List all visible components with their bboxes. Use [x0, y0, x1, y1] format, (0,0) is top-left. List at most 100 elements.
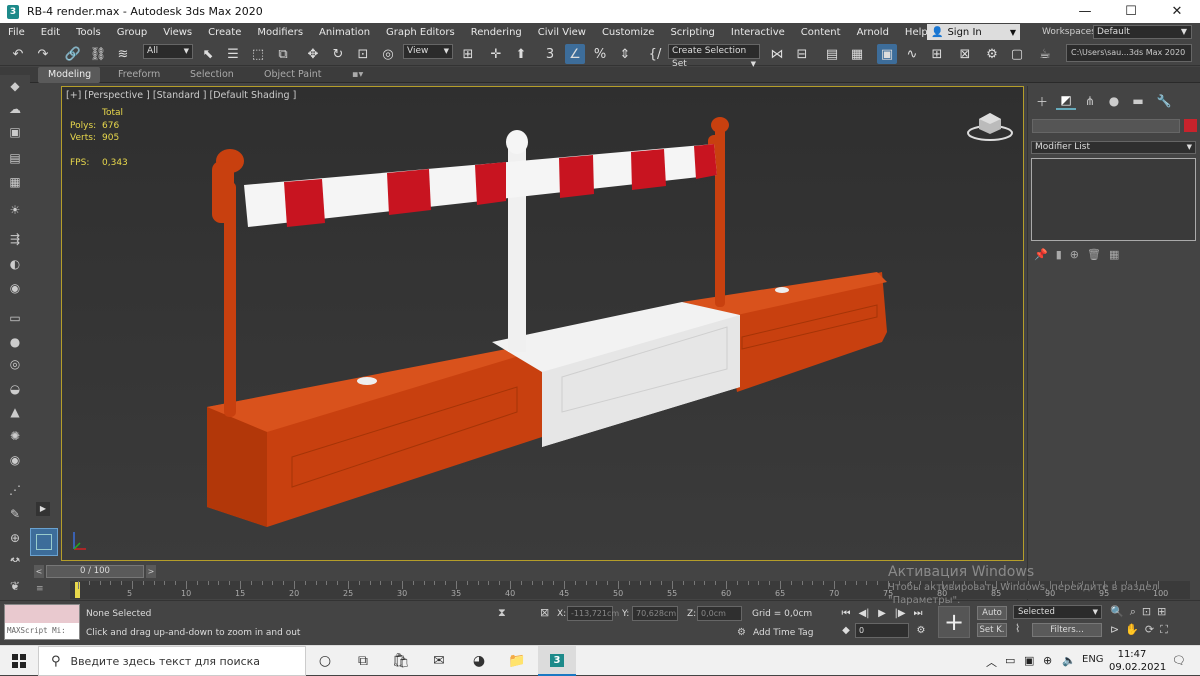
menu-edit[interactable]: Edit — [33, 27, 68, 38]
move-icon[interactable]: ✥ — [303, 44, 323, 64]
select-by-name-icon[interactable]: ☰ — [223, 44, 243, 64]
redo-icon[interactable]: ↷ — [33, 44, 53, 64]
zoom-icon[interactable]: 🔍 — [1110, 605, 1124, 619]
render-setup-icon[interactable]: ⚙ — [982, 44, 1002, 64]
snaps-toggle-icon[interactable]: 3 — [540, 44, 560, 64]
time-next-icon[interactable]: > — [146, 565, 156, 578]
auto-key-button[interactable]: Auto — [977, 606, 1007, 620]
select-object-icon[interactable]: ⬉ — [198, 44, 218, 64]
edit-named-selection-icon[interactable]: {/ — [645, 44, 665, 64]
placement-icon[interactable]: ◎ — [378, 44, 398, 64]
menu-graph-editors[interactable]: Graph Editors — [378, 27, 463, 38]
chrome-icon[interactable]: ◕ — [460, 646, 498, 676]
task-view-icon[interactable]: ⧉ — [344, 646, 382, 676]
workspaces-select[interactable]: Default ▼ — [1093, 25, 1192, 39]
menu-modifiers[interactable]: Modifiers — [249, 27, 311, 38]
maximize-viewport-icon[interactable]: ⛶ — [1160, 623, 1168, 637]
rotate-icon[interactable]: ↻ — [328, 44, 348, 64]
modifier-icon[interactable]: ⇶ — [6, 230, 24, 248]
minimize-button[interactable]: — — [1062, 0, 1108, 23]
sign-in-dropdown[interactable]: 👤 Sign In ▼ — [927, 24, 1020, 40]
mail-icon[interactable]: ✉ — [420, 646, 458, 676]
box-icon[interactable]: ▭ — [6, 309, 24, 327]
current-frame-field[interactable]: 0 — [855, 623, 909, 638]
hierarchy-icon[interactable]: ◐ — [6, 255, 24, 273]
maximize-button[interactable]: ☐ — [1108, 0, 1154, 23]
material-editor-icon[interactable]: ⊠ — [955, 44, 975, 64]
light-icon[interactable]: ☀ — [6, 201, 24, 219]
globe-icon[interactable]: ⊕ — [6, 529, 24, 547]
play-icon[interactable]: ▶ — [874, 606, 890, 621]
add-time-tag[interactable]: Add Time Tag — [753, 628, 813, 638]
menu-rendering[interactable]: Rendering — [463, 27, 530, 38]
z-coordinate-field[interactable]: 0,0cm — [697, 606, 742, 621]
target-icon[interactable]: ◉ — [6, 451, 24, 469]
maxscript-listener[interactable]: MAXScript Mi: — [4, 604, 80, 640]
time-configuration-icon[interactable]: ⚙ — [913, 623, 929, 638]
link-icon[interactable]: 🔗 — [63, 44, 83, 64]
menu-arnold[interactable]: Arnold — [849, 27, 897, 38]
scene-explorer-icon[interactable]: ▤ — [822, 44, 842, 64]
tab-selection[interactable]: Selection — [180, 67, 244, 83]
key-filters-button[interactable]: Filters... — [1032, 623, 1102, 637]
torus-icon[interactable]: ◎ — [6, 355, 24, 373]
taskbar-clock[interactable]: 11:47 09.02.2021 — [1109, 648, 1166, 674]
viewport-thumbnail-button[interactable] — [30, 528, 58, 556]
maxscript-input[interactable]: MAXScript Mi: — [5, 623, 79, 639]
rendered-frame-window-icon[interactable]: ▢ — [1007, 44, 1027, 64]
keyboard-shortcut-override-icon[interactable]: ⬆ — [511, 44, 531, 64]
motion-icon[interactable]: ◉ — [6, 279, 24, 297]
go-to-end-icon[interactable]: ⏭ — [910, 606, 926, 621]
modify-tab-icon[interactable]: ◩ — [1056, 92, 1076, 110]
list-icon[interactable]: ▤ — [6, 149, 24, 167]
x-coordinate-field[interactable]: -113,721cm — [567, 606, 619, 621]
percent-snap-icon[interactable]: % — [590, 44, 610, 64]
isolate-selection-icon[interactable]: ⧗ — [498, 606, 506, 620]
time-slider[interactable]: 0 / 100 — [46, 565, 144, 578]
modifier-stack[interactable] — [1031, 158, 1196, 241]
remove-modifier-icon[interactable]: 🗑 — [1087, 248, 1101, 261]
set-key-mode-button[interactable]: Set K. — [977, 623, 1007, 637]
barrier-model[interactable] — [62, 87, 1024, 561]
reference-coordinate-select[interactable]: View ▼ — [403, 44, 453, 59]
tab-freeform[interactable]: Freeform — [108, 67, 170, 83]
start-button[interactable] — [0, 646, 38, 676]
spinner-snap-icon[interactable]: ⇕ — [615, 44, 635, 64]
viewport-layout-icon[interactable]: ▣ — [6, 123, 24, 141]
key-filter-select[interactable]: Selected ▼ — [1013, 605, 1102, 619]
sun-icon[interactable]: ✺ — [6, 427, 24, 445]
set-key-button[interactable]: + — [938, 606, 970, 638]
curve-editor-icon[interactable]: ∿ — [902, 44, 922, 64]
menu-file[interactable]: File — [0, 27, 33, 38]
tab-modeling[interactable]: Modeling — [38, 67, 100, 83]
field-of-view-icon[interactable]: ⊳ — [1110, 623, 1119, 637]
store-icon[interactable]: 🛍 — [382, 646, 420, 676]
menu-civil-view[interactable]: Civil View — [530, 27, 594, 38]
object-name-field[interactable] — [1032, 119, 1180, 133]
bind-space-warp-icon[interactable]: ≋ — [113, 44, 133, 64]
3dsmax-taskbar-icon[interactable]: 3 — [538, 646, 576, 676]
display-tab-icon[interactable]: ▬ — [1128, 92, 1148, 110]
tray-language[interactable]: ENG — [1082, 654, 1104, 665]
hierarchy-tab-icon[interactable]: ⋔ — [1080, 92, 1100, 110]
modifier-list-select[interactable]: Modifier List ▼ — [1031, 141, 1196, 154]
pan-icon[interactable]: ✋ — [1125, 623, 1139, 637]
menu-scripting[interactable]: Scripting — [662, 27, 722, 38]
sphere-icon[interactable]: ● — [6, 333, 24, 351]
menu-create[interactable]: Create — [200, 27, 249, 38]
layer-explorer-icon[interactable]: ▦ — [847, 44, 867, 64]
menu-views[interactable]: Views — [155, 27, 200, 38]
create-tab-icon[interactable]: ＋ — [1032, 92, 1052, 110]
paint-icon[interactable]: ✎ — [6, 505, 24, 523]
scale-icon[interactable]: ⊡ — [353, 44, 373, 64]
align-icon[interactable]: ⊟ — [792, 44, 812, 64]
y-coordinate-field[interactable]: 70,628cm — [632, 606, 678, 621]
pivot-center-icon[interactable]: ⊞ — [458, 44, 478, 64]
cortana-icon[interactable]: ○ — [306, 646, 344, 676]
tray-volume-icon[interactable]: 🔈 — [1062, 654, 1076, 667]
menu-interactive[interactable]: Interactive — [723, 27, 793, 38]
select-and-manipulate-icon[interactable]: ✛ — [486, 44, 506, 64]
zoom-extents-all-icon[interactable]: ⊞ — [1157, 605, 1166, 619]
go-to-start-icon[interactable]: ⏮ — [838, 606, 854, 621]
make-unique-icon[interactable]: ⊕ — [1070, 248, 1079, 261]
